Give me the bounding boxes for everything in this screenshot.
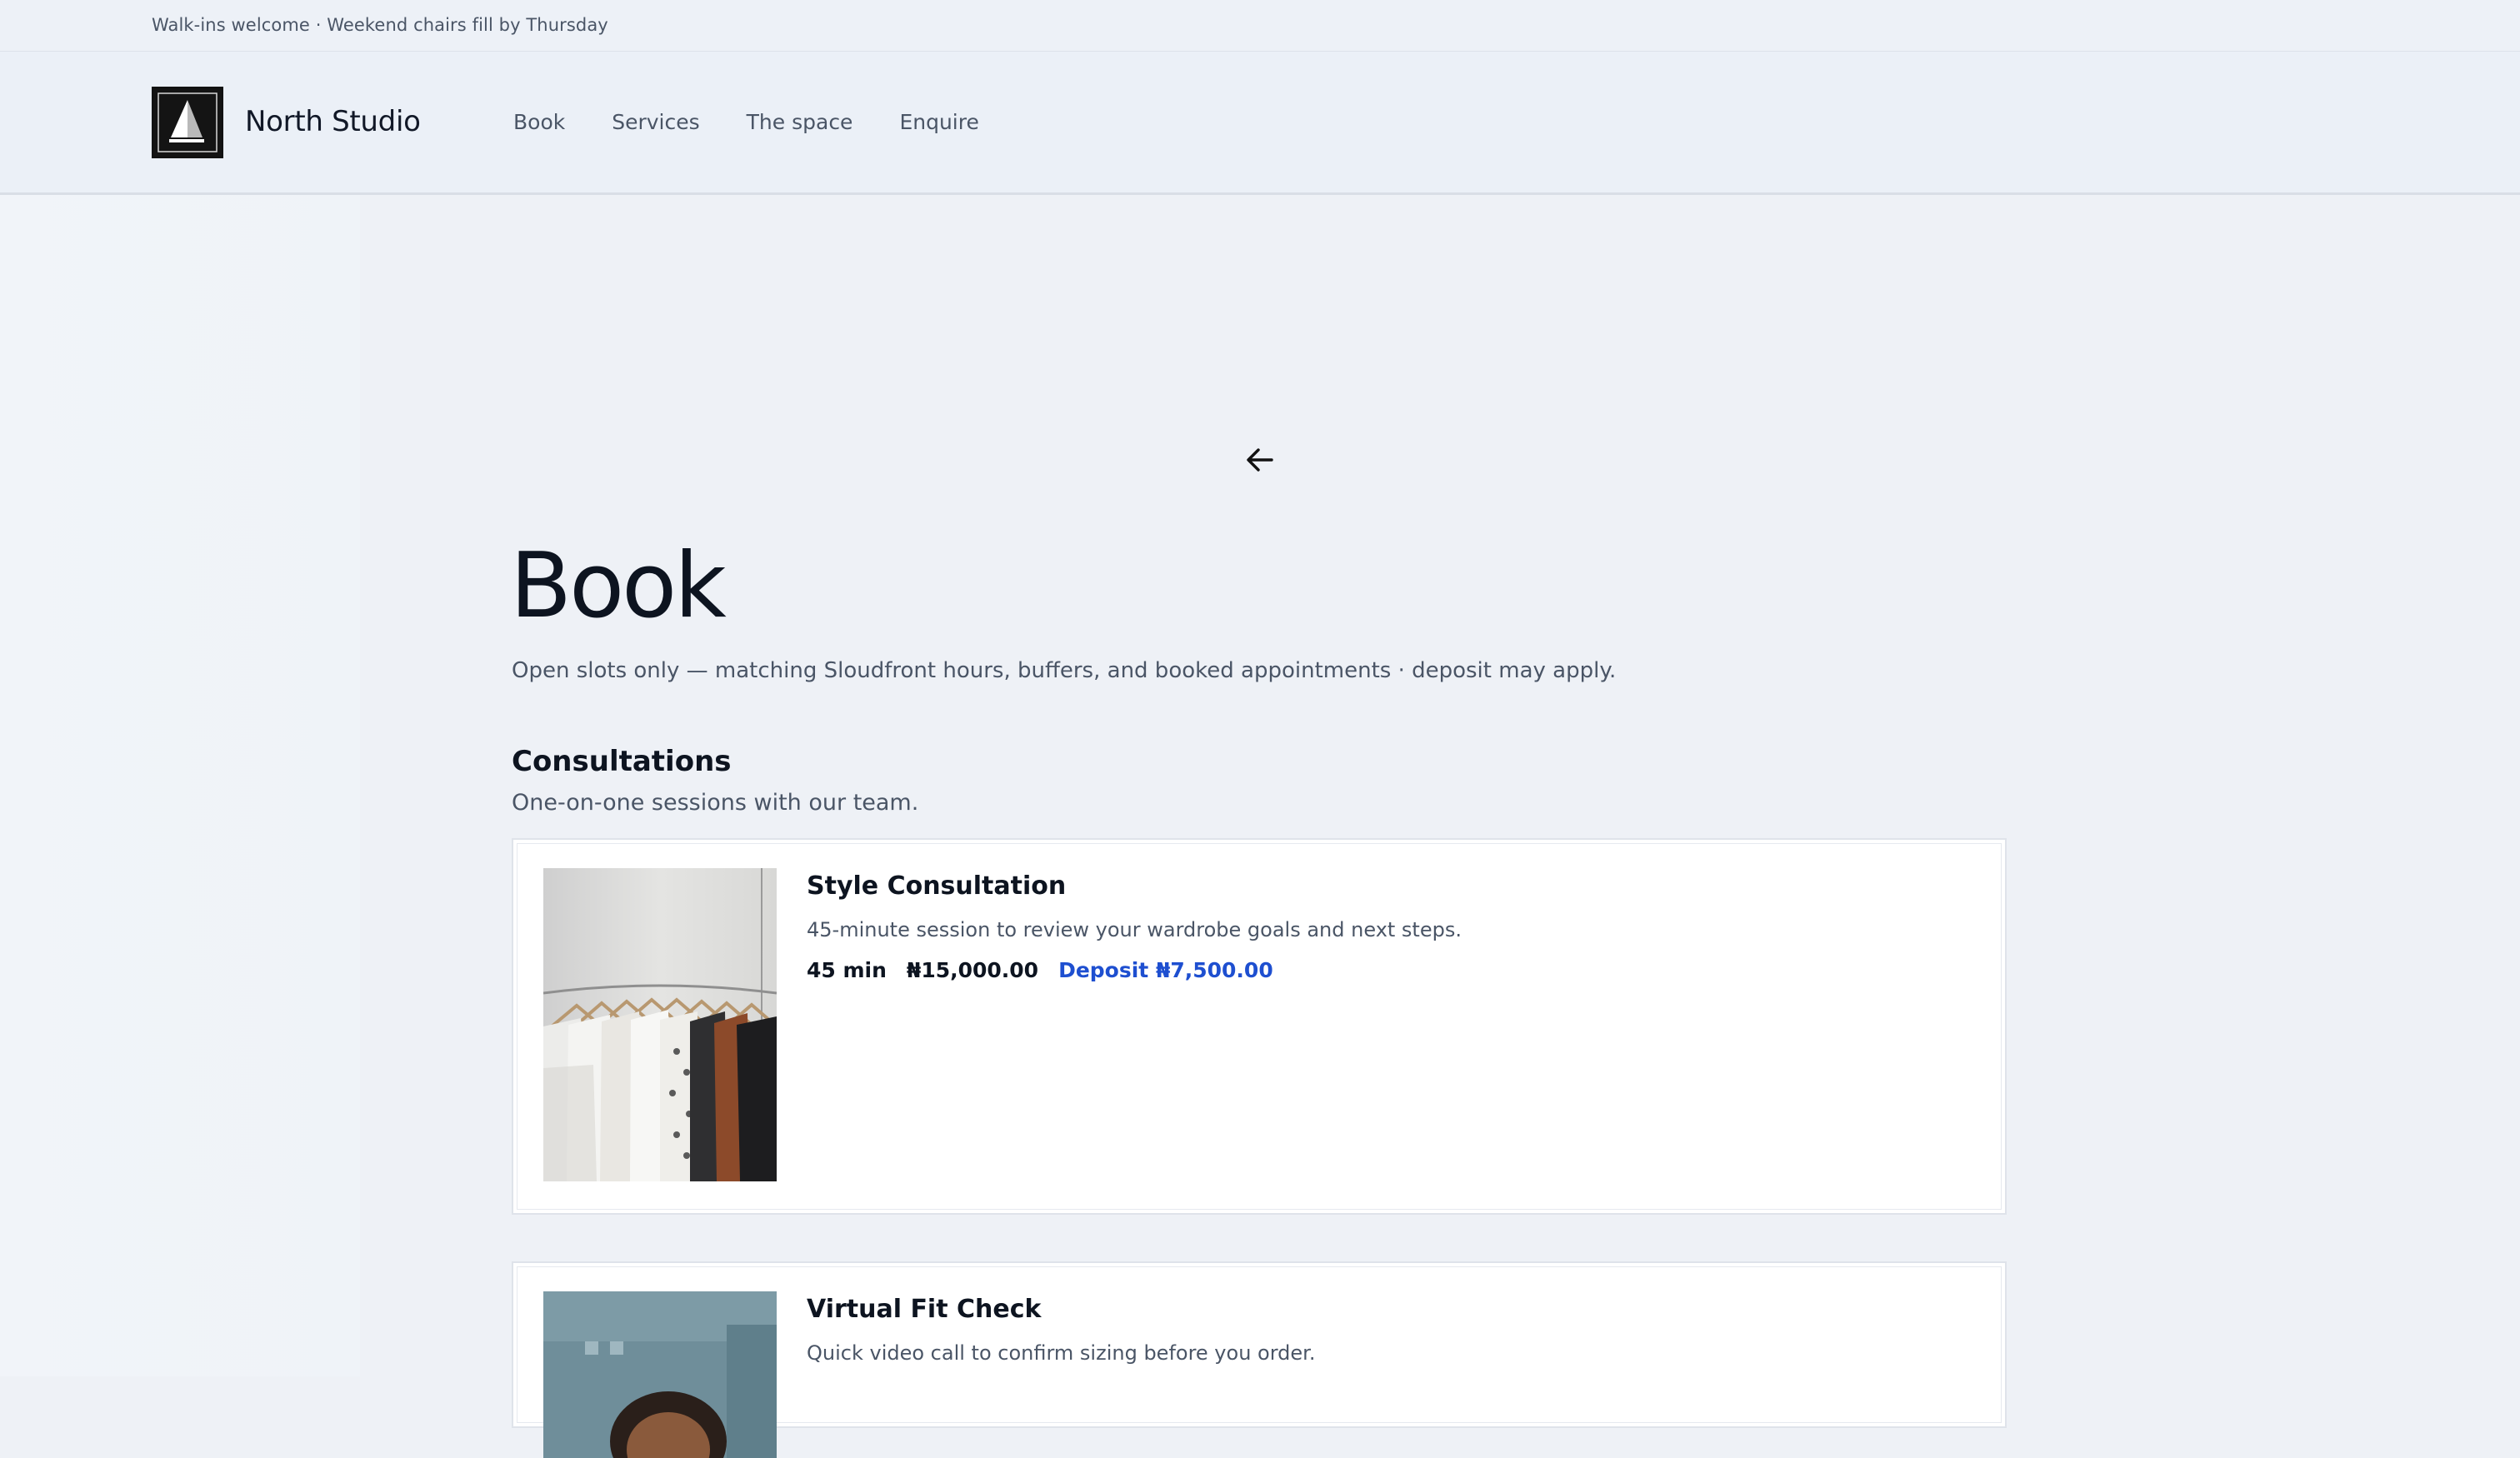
arrow-left-icon	[1247, 448, 1273, 472]
page-title: Book	[510, 534, 727, 638]
nav-link-book[interactable]: Book	[513, 110, 565, 134]
service-deposit: Deposit ₦7,500.00	[1058, 958, 1273, 982]
service-description: 45-minute session to review your wardrob…	[807, 918, 1462, 941]
nav-link-enquire[interactable]: Enquire	[899, 110, 978, 134]
nav-link-services[interactable]: Services	[612, 110, 699, 134]
back-button[interactable]	[1242, 442, 1278, 478]
sailboat-logo-icon	[154, 89, 221, 156]
service-title: Virtual Fit Check	[807, 1295, 1042, 1324]
service-meta: 45 min ₦15,000.00 Deposit ₦7,500.00	[807, 958, 1273, 982]
nav-link-the-space[interactable]: The space	[747, 110, 853, 134]
service-duration: 45 min	[807, 958, 887, 982]
clothing-rack-photo	[543, 868, 777, 1181]
service-price: ₦15,000.00	[906, 958, 1039, 982]
service-description: Quick video call to confirm sizing befor…	[807, 1341, 1316, 1365]
section-subtitle: One-on-one sessions with our team.	[512, 790, 919, 816]
main-nav: Book Services The space Enquire	[513, 110, 1026, 134]
section-title: Consultations	[512, 745, 732, 778]
announcement-bar: Walk-ins welcome · Weekend chairs fill b…	[0, 0, 2520, 52]
page-side-shade	[0, 195, 360, 1376]
service-card[interactable]: Virtual Fit Check Quick video call to co…	[512, 1261, 2007, 1458]
announcement-text: Walk-ins welcome · Weekend chairs fill b…	[152, 15, 608, 35]
site-header: North Studio Book Services The space Enq…	[0, 52, 2520, 195]
person-photo	[543, 1291, 777, 1458]
sailboat-logo[interactable]	[152, 87, 223, 158]
service-card[interactable]: Style Consultation 45-minute session to …	[512, 838, 2007, 1215]
page-subtitle: Open slots only — matching Sloudfront ho…	[512, 658, 1617, 683]
service-title: Style Consultation	[807, 871, 1067, 901]
brand-name[interactable]: North Studio	[245, 105, 421, 138]
